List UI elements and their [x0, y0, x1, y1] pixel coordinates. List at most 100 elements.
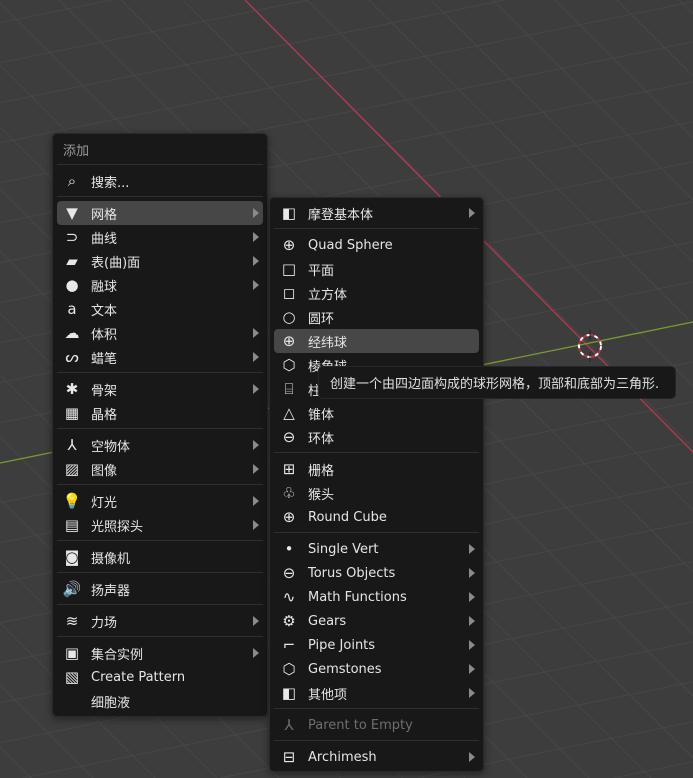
menu-separator [274, 529, 479, 537]
lattice-icon: ▦ [64, 404, 80, 422]
force-field-icon: ≋ [65, 612, 79, 630]
menu-item-speaker[interactable]: 🔊 扬声器 [57, 577, 263, 601]
menu-item-surface[interactable]: ▰ 表(曲)面 [57, 249, 263, 273]
empty-icon: ⅄ [67, 436, 77, 454]
menu-item-label: 平面 [308, 263, 335, 279]
menu-item-volume[interactable]: ☁ 体积 [57, 321, 263, 345]
grid-line [0, 0, 112, 24]
menu-item-label: 其他项 [308, 687, 348, 703]
submenu-arrow-icon [253, 384, 259, 394]
menu-item-label: Gears [308, 613, 347, 629]
menu-item-force-field[interactable]: ≋ 力场 [57, 609, 263, 633]
menu-item-curve[interactable]: ⊃ 曲线 [57, 225, 263, 249]
menu-item-grease-pencil[interactable]: ᔕ 蜡笔 [57, 345, 263, 369]
submenu-arrow-icon [469, 568, 475, 578]
menu-item-text[interactable]: a 文本 [57, 297, 263, 321]
submenu-arrow-icon [253, 232, 259, 242]
menu-item-empty[interactable]: ⅄ 空物体 [57, 433, 263, 457]
vertex-icon: • [284, 540, 294, 558]
submenu-arrow-icon [253, 280, 259, 290]
menu-item-math[interactable]: ∿ Math Functions [274, 585, 479, 609]
ico-sphere-icon: ⬡ [282, 356, 296, 374]
menu-item-camera[interactable]: ◙ 摄像机 [57, 545, 263, 569]
menu-item-label: 曲线 [91, 231, 118, 247]
submenu-arrow-icon [253, 464, 259, 474]
menu-separator [57, 633, 263, 641]
menu-item-label: 经纬球 [308, 335, 348, 351]
menu-item-cone[interactable]: △ 锥体 [274, 401, 479, 425]
submenu-arrow-icon [469, 688, 475, 698]
menu-item-mesh[interactable]: ▼ 网格 [57, 201, 263, 225]
menu-item-modern-primitives[interactable]: ◧ 摩登基本体 [274, 201, 479, 225]
menu-item-pipe[interactable]: ⌐ Pipe Joints [274, 633, 479, 657]
menu-item-torus[interactable]: ⊖ 环体 [274, 425, 479, 449]
menu-item-circle[interactable]: ○ 圆环 [274, 305, 479, 329]
grease-pencil-icon: ᔕ [65, 348, 79, 366]
menu-item-label: 表(曲)面 [91, 255, 141, 271]
menu-item-pattern[interactable]: ▧ Create Pattern [57, 665, 263, 689]
text-icon: a [67, 300, 77, 318]
menu-item-sphere[interactable]: ⊕ Round Cube [274, 505, 479, 529]
submenu-arrow-icon [469, 592, 475, 602]
submenu-arrow-icon [253, 352, 259, 362]
search-icon: ⌕ [67, 172, 77, 190]
menu-item-label: 力场 [91, 615, 118, 631]
submenu-arrow-icon [253, 256, 259, 266]
menu-item-label: 集合实例 [91, 647, 144, 663]
menu-item-torus[interactable]: ⊖ Torus Objects [274, 561, 479, 585]
empty-icon: ⅄ [284, 716, 294, 734]
tooltip-text: 创建一个由四边面构成的球形网格，顶部和底部为三角形. [330, 377, 660, 392]
menu-item-search[interactable]: ⌕ 搜索... [57, 169, 263, 193]
menu-title: 添加 [63, 143, 90, 159]
menu-item-ico-sphere[interactable]: ⬡ Gemstones [274, 657, 479, 681]
menu-item-label: Pipe Joints [308, 637, 376, 653]
tooltip: 创建一个由四边面构成的球形网格，顶部和底部为三角形. [318, 366, 676, 399]
menu-item-vertex[interactable]: • Single Vert [274, 537, 479, 561]
uv-sphere-icon: ⊕ [282, 332, 296, 350]
menu-item-collection-instance[interactable]: ▣ 集合实例 [57, 641, 263, 665]
menu-item-grid[interactable]: ⊞ 栅格 [274, 457, 479, 481]
menu-item-armature[interactable]: ✱ 骨架 [57, 377, 263, 401]
menu-item-plane[interactable]: □ 平面 [274, 257, 479, 281]
menu-item-label: Parent to Empty [308, 717, 413, 733]
submenu-arrow-icon [469, 544, 475, 554]
circle-icon: ○ [282, 308, 296, 326]
menu-item-uv-sphere[interactable]: ⊕ 经纬球 [274, 329, 479, 353]
3d-cursor-icon[interactable] [578, 330, 602, 362]
menu-item-label: 灯光 [91, 495, 118, 511]
menu-item-label: Torus Objects [308, 565, 396, 581]
menu-item-label: 网格 [91, 207, 118, 223]
math-icon: ∿ [282, 588, 296, 606]
menu-separator [274, 737, 479, 745]
menu-item-light-probe[interactable]: ▤ 光照探头 [57, 513, 263, 537]
light-icon: 💡 [62, 492, 82, 510]
submenu-arrow-icon [469, 664, 475, 674]
menu-item-label: Single Vert [308, 541, 379, 557]
menu-item-monkey[interactable]: ♧ 猴头 [274, 481, 479, 505]
menu-item-lattice[interactable]: ▦ 晶格 [57, 401, 263, 425]
grid-line [0, 0, 309, 64]
submenu-arrow-icon [253, 648, 259, 658]
menu-item-modern-primitives[interactable]: ◧ 其他项 [274, 681, 479, 705]
menu-item-cube[interactable]: ◻ 立方体 [274, 281, 479, 305]
menu-item-image[interactable]: ▨ 图像 [57, 457, 263, 481]
menu-item-metaball[interactable]: ● 融球 [57, 273, 263, 297]
menu-item-label: 空物体 [91, 439, 131, 455]
menu-item-light[interactable]: 💡 灯光 [57, 489, 263, 513]
armature-icon: ✱ [65, 380, 79, 398]
menu-item-label: 扬声器 [91, 583, 131, 599]
menu-item-label: 晶格 [91, 407, 118, 423]
menu-item-sphere[interactable]: ⊕ Quad Sphere [274, 233, 479, 257]
sphere-icon: ⊕ [282, 508, 296, 526]
menu-item-gear[interactable]: ⚙ Gears [274, 609, 479, 633]
blank-icon [62, 691, 82, 711]
submenu-arrow-icon [469, 616, 475, 626]
menu-item-none[interactable]: 细胞液 [57, 689, 263, 713]
menu-item-label: Archimesh [308, 749, 377, 765]
menu-item-archive[interactable]: ⊟ Archimesh [274, 745, 479, 769]
menu-item-label: 圆环 [308, 311, 335, 327]
menu-item-label: 细胞液 [91, 695, 131, 711]
submenu-arrow-icon [253, 328, 259, 338]
menu-item-label: Gemstones [308, 661, 382, 677]
menu-item-empty: ⅄ Parent to Empty [274, 713, 479, 737]
